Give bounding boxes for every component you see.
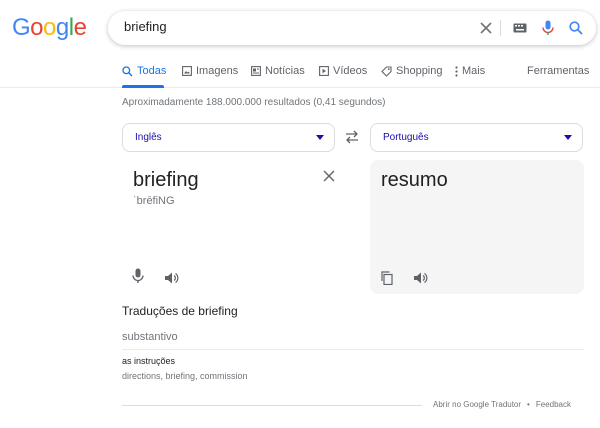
tab-label: Todas xyxy=(137,65,167,77)
microphone-icon[interactable] xyxy=(132,268,146,284)
tab-label: Imagens xyxy=(196,65,239,77)
search-input[interactable] xyxy=(124,19,464,34)
microphone-icon[interactable] xyxy=(540,20,556,36)
translation-synonyms: directions, briefing, commission xyxy=(122,371,248,381)
dropdown-arrow-icon xyxy=(564,135,572,140)
logo-letter: g xyxy=(55,14,69,41)
tab-imagens[interactable]: Imagens xyxy=(181,65,238,77)
tab-todas[interactable]: Todas xyxy=(122,65,166,77)
search-icon[interactable] xyxy=(568,20,584,36)
close-icon[interactable] xyxy=(322,169,336,183)
logo-letter: o xyxy=(30,14,44,41)
source-text[interactable]: briefing xyxy=(133,169,199,192)
search-icon xyxy=(122,65,133,77)
tab-label: Mais xyxy=(462,65,486,77)
target-text: resumo xyxy=(381,169,448,191)
search-tabs: Todas Imagens Notícias Vídeos Shopping M… xyxy=(0,58,600,88)
swap-languages-icon[interactable] xyxy=(344,129,360,145)
translation-word[interactable]: as instruções xyxy=(122,356,175,366)
logo-letter: o xyxy=(43,14,56,41)
active-tab-indicator xyxy=(122,85,164,88)
target-text-panel: resumo xyxy=(370,160,584,294)
dropdown-arrow-icon xyxy=(316,135,324,140)
tab-noticias[interactable]: Notícias xyxy=(250,65,305,77)
logo-letter: G xyxy=(12,14,31,41)
target-language-select[interactable]: Português xyxy=(370,123,583,152)
tab-label: Shopping xyxy=(396,65,443,77)
feedback-link[interactable]: Feedback xyxy=(536,400,571,409)
footer-divider xyxy=(122,405,422,406)
keyboard-icon[interactable] xyxy=(512,20,528,36)
speaker-icon[interactable] xyxy=(413,271,429,285)
source-language-select[interactable]: Inglês xyxy=(122,123,335,152)
news-icon xyxy=(250,66,261,77)
tab-label: Notícias xyxy=(265,65,305,77)
speaker-icon[interactable] xyxy=(164,271,180,285)
image-icon xyxy=(181,66,192,77)
translations-heading: Traduções de briefing xyxy=(122,304,238,318)
tab-label: Vídeos xyxy=(333,65,368,77)
part-of-speech: substantivo xyxy=(122,331,178,343)
tab-videos[interactable]: Vídeos xyxy=(318,65,367,77)
open-translator-link[interactable]: Abrir no Google Tradutor xyxy=(433,400,521,409)
tag-icon xyxy=(381,65,392,77)
source-language-label: Inglês xyxy=(135,132,162,143)
source-text-panel[interactable]: briefing ˈbrēfiNG xyxy=(122,160,362,294)
video-icon xyxy=(318,66,329,77)
source-phonetic: ˈbrēfiNG xyxy=(133,195,175,207)
result-stats: Aproximadamente 188.000.000 resultados (… xyxy=(122,97,386,108)
divider xyxy=(122,349,584,350)
search-box[interactable] xyxy=(108,11,596,45)
copy-icon[interactable] xyxy=(380,271,394,286)
translator-footer: Abrir no Google Tradutor • Feedback xyxy=(433,400,571,409)
tools-button[interactable]: Ferramentas xyxy=(527,65,589,77)
more-vert-icon xyxy=(454,65,459,77)
footer-separator: • xyxy=(527,400,530,409)
target-language-label: Português xyxy=(383,132,429,143)
search-divider xyxy=(500,20,501,36)
logo-letter: e xyxy=(73,14,87,41)
tab-mais[interactable]: Mais xyxy=(454,65,485,77)
tools-label: Ferramentas xyxy=(527,65,590,77)
clear-icon[interactable] xyxy=(478,20,494,36)
google-logo[interactable]: Google xyxy=(12,14,87,42)
tab-shopping[interactable]: Shopping xyxy=(381,65,443,77)
